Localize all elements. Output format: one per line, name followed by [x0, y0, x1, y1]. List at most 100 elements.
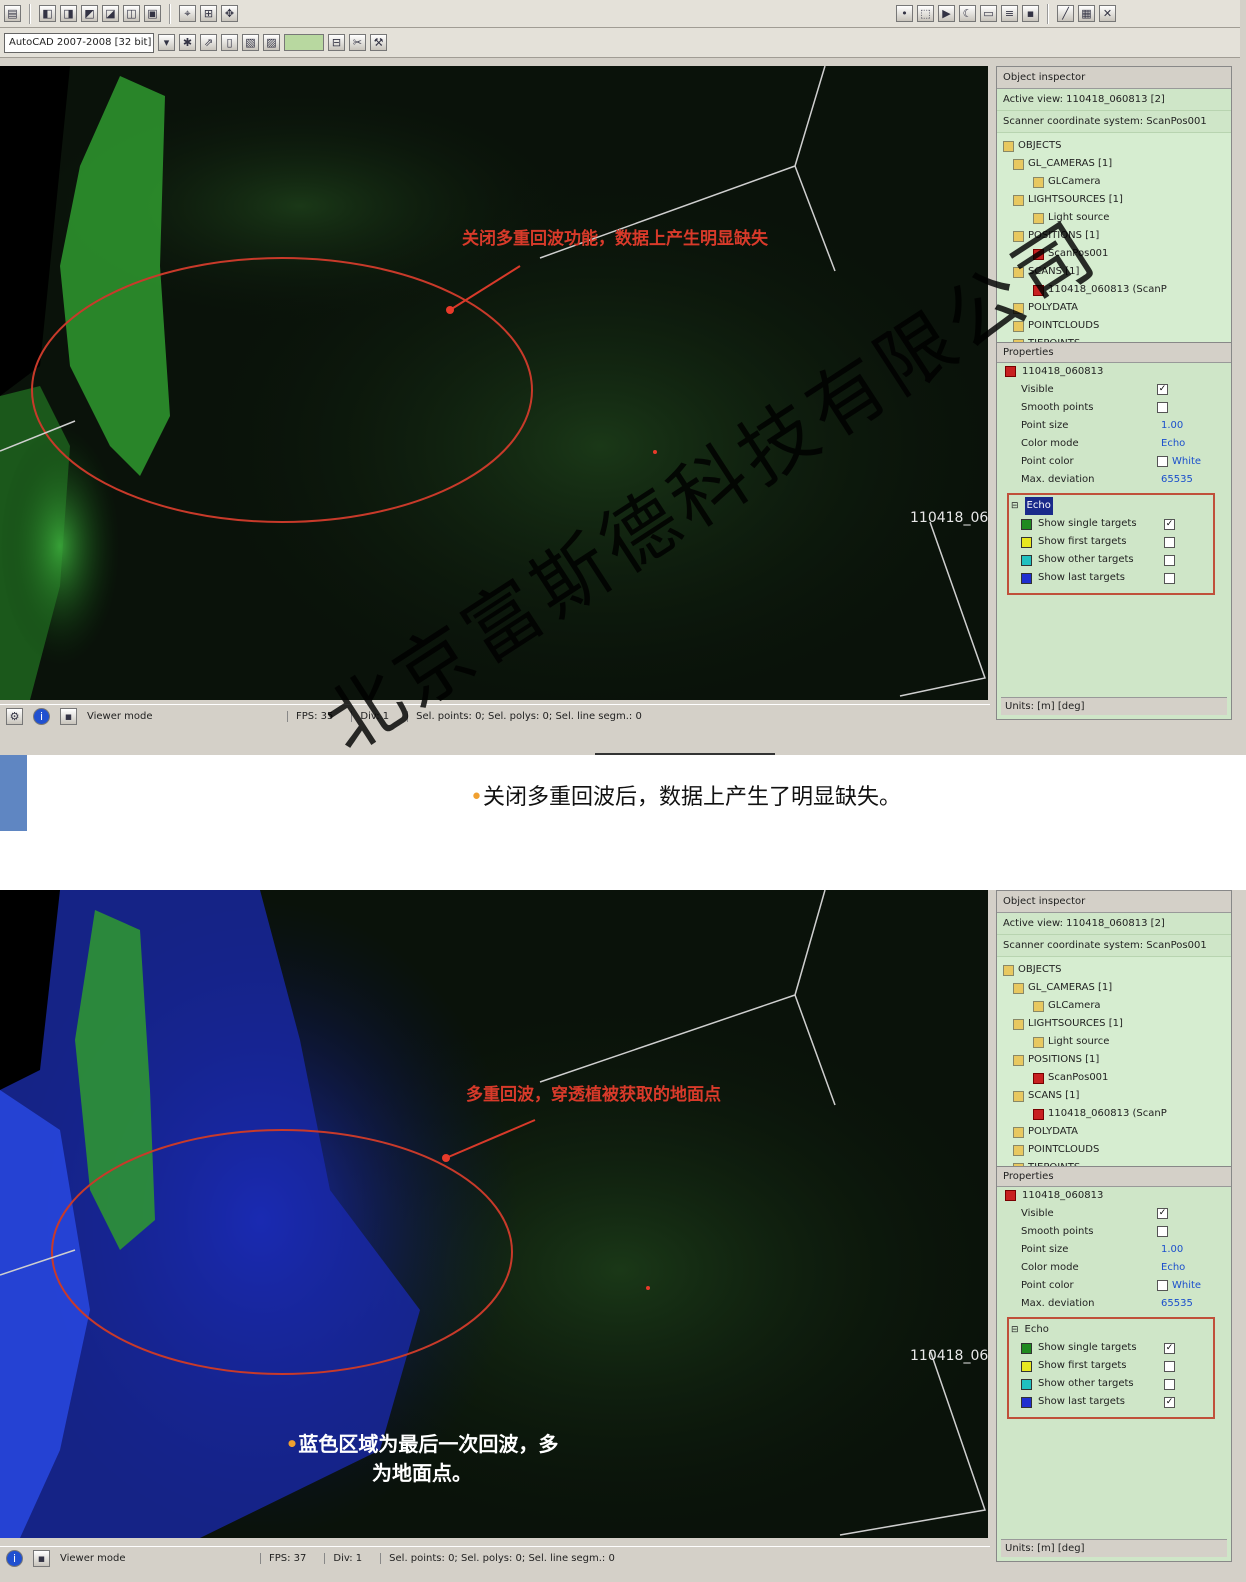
property-row[interactable]: Smooth points [997, 399, 1231, 417]
select-icon[interactable]: ⬚ [917, 5, 934, 22]
tree-item[interactable]: GLCamera [1003, 997, 1225, 1015]
2d-icon[interactable]: ▨ [263, 34, 280, 51]
property-row[interactable]: Smooth points [997, 1223, 1231, 1241]
tree-item[interactable]: ScanPos001 [1003, 245, 1225, 263]
property-checkbox[interactable]: ✓ [1157, 384, 1168, 395]
tree-item[interactable]: POINTCLOUDS [1003, 317, 1225, 335]
echo-target-row[interactable]: Show first targets [1009, 1357, 1213, 1375]
property-value[interactable]: White [1172, 1277, 1201, 1295]
property-row[interactable]: Visible ✓ [997, 381, 1231, 399]
dropdown-arrow-icon[interactable]: ▾ [158, 34, 175, 51]
view-top-icon[interactable]: ◫ [123, 5, 140, 22]
object-tree[interactable]: OBJECTS GL_CAMERAS [1] GLCamera LIGHTSOURCE… [997, 957, 1231, 1167]
collapse-icon[interactable]: ⊟ [1011, 497, 1019, 515]
property-row[interactable]: Max. deviation 65535 [997, 471, 1231, 489]
echo-group-header[interactable]: ⊟ Echo [1009, 1321, 1213, 1339]
disk-icon[interactable]: ▪ [33, 1550, 50, 1567]
collapse-icon[interactable]: ⊟ [1011, 1321, 1019, 1339]
tree-item[interactable]: GL_CAMERAS [1] [1003, 155, 1225, 173]
tree-item[interactable]: POSITIONS [1] [1003, 1051, 1225, 1069]
view-front-icon[interactable]: ◧ [39, 5, 56, 22]
tree-item[interactable]: POSITIONS [1] [1003, 227, 1225, 245]
echo-target-checkbox[interactable]: ✓ [1164, 518, 1175, 530]
tree-item[interactable]: Light source [1003, 1033, 1225, 1051]
tree-item[interactable]: OBJECTS [1003, 137, 1225, 155]
property-value[interactable]: 65535 [1161, 1295, 1193, 1313]
echo-target-row[interactable]: Show last targets [1009, 569, 1213, 587]
property-row[interactable]: Point size 1.00 [997, 417, 1231, 435]
play-icon[interactable]: ▶ [938, 5, 955, 22]
object-tree[interactable]: OBJECTS GL_CAMERAS [1] GLCamera LIGHTSOURCE… [997, 133, 1231, 343]
disk-icon[interactable]: ▪ [60, 708, 77, 725]
moon-icon[interactable]: ☾ [959, 5, 976, 22]
echo-target-row[interactable]: Show single targets ✓ [1009, 515, 1213, 533]
point-tool-icon[interactable]: • [896, 5, 913, 22]
property-checkbox[interactable] [1157, 1226, 1168, 1237]
selected-object-row[interactable]: 110418_060813 [997, 363, 1231, 381]
tree-item[interactable]: ScanPos001 [1003, 1069, 1225, 1087]
property-row[interactable]: Point color White [997, 1277, 1231, 1295]
echo-target-checkbox[interactable]: ✓ [1164, 1342, 1175, 1354]
point-cloud-viewport[interactable]: 关闭多重回波功能，数据上产生明显缺失 110418_06 [0, 66, 988, 700]
property-row[interactable]: Color mode Echo [997, 1259, 1231, 1277]
green-box-icon[interactable] [284, 34, 324, 51]
tree-item[interactable]: POLYDATA [1003, 299, 1225, 317]
tree-item[interactable]: LIGHTSOURCES [1] [1003, 191, 1225, 209]
view-bottom-icon[interactable]: ▣ [144, 5, 161, 22]
tree-item[interactable]: TIEPOINTS [1003, 335, 1225, 342]
property-value[interactable]: 1.00 [1161, 417, 1183, 435]
tree-item[interactable]: GL_CAMERAS [1] [1003, 979, 1225, 997]
layers-icon[interactable]: ≡ [1001, 5, 1018, 22]
echo-target-checkbox[interactable] [1164, 1378, 1175, 1390]
property-row[interactable]: Max. deviation 65535 [997, 1295, 1231, 1313]
navigate-icon[interactable]: ✥ [221, 5, 238, 22]
3d-icon[interactable]: ▧ [242, 34, 259, 51]
echo-target-checkbox[interactable] [1164, 1360, 1175, 1372]
tree-item[interactable]: 110418_060813 (ScanP [1003, 1105, 1225, 1123]
property-value[interactable]: Echo [1161, 1259, 1185, 1277]
property-checkbox[interactable] [1157, 1280, 1168, 1291]
tree-item[interactable]: GLCamera [1003, 173, 1225, 191]
property-value[interactable]: 65535 [1161, 471, 1193, 489]
view-back-icon[interactable]: ◨ [60, 5, 77, 22]
echo-target-row[interactable]: Show last targets ✓ [1009, 1393, 1213, 1411]
property-checkbox[interactable] [1157, 402, 1168, 413]
selected-object-row[interactable]: 110418_060813 [997, 1187, 1231, 1205]
scissors-icon[interactable]: ✂ [349, 34, 366, 51]
property-value[interactable]: Echo [1161, 435, 1185, 453]
tree-item[interactable]: 110418_060813 (ScanP [1003, 281, 1225, 299]
property-value[interactable]: 1.00 [1161, 1241, 1183, 1259]
new-project-icon[interactable]: ▤ [4, 5, 21, 22]
echo-target-checkbox[interactable]: ✓ [1164, 1396, 1175, 1408]
property-row[interactable]: Visible ✓ [997, 1205, 1231, 1223]
property-row[interactable]: Point size 1.00 [997, 1241, 1231, 1259]
tree-item[interactable]: POINTCLOUDS [1003, 1141, 1225, 1159]
grid-icon[interactable]: ▦ [1078, 5, 1095, 22]
erase-icon[interactable]: ✕ [1099, 5, 1116, 22]
save-icon[interactable]: ▪ [1022, 5, 1039, 22]
tree-item[interactable]: SCANS [1] [1003, 1087, 1225, 1105]
view-right-icon[interactable]: ◪ [102, 5, 119, 22]
echo-target-row[interactable]: Show single targets ✓ [1009, 1339, 1213, 1357]
chart-icon[interactable]: ╱ [1057, 5, 1074, 22]
property-row[interactable]: Color mode Echo [997, 435, 1231, 453]
tree-item[interactable]: LIGHTSOURCES [1] [1003, 1015, 1225, 1033]
echo-target-checkbox[interactable] [1164, 536, 1175, 548]
cad-version-select[interactable]: AutoCAD 2007-2008 [32 bit] [4, 32, 154, 53]
star-icon[interactable]: ✱ [179, 34, 196, 51]
echo-target-checkbox[interactable] [1164, 554, 1175, 566]
tree-item[interactable]: SCANS [1] [1003, 263, 1225, 281]
property-value[interactable]: White [1172, 453, 1201, 471]
echo-target-checkbox[interactable] [1164, 572, 1175, 584]
export-icon[interactable]: ⇗ [200, 34, 217, 51]
measure-icon[interactable]: ⊟ [328, 34, 345, 51]
tree-item[interactable]: Light source [1003, 209, 1225, 227]
tree-item[interactable]: TIEPOINTS [1003, 1159, 1225, 1166]
zoom-all-icon[interactable]: ⊞ [200, 5, 217, 22]
tree-item[interactable]: OBJECTS [1003, 961, 1225, 979]
property-checkbox[interactable]: ✓ [1157, 1208, 1168, 1219]
property-checkbox[interactable] [1157, 456, 1168, 467]
info-icon[interactable]: i [33, 708, 50, 725]
tree-item[interactable]: POLYDATA [1003, 1123, 1225, 1141]
clipboard-icon[interactable]: ▯ [221, 34, 238, 51]
